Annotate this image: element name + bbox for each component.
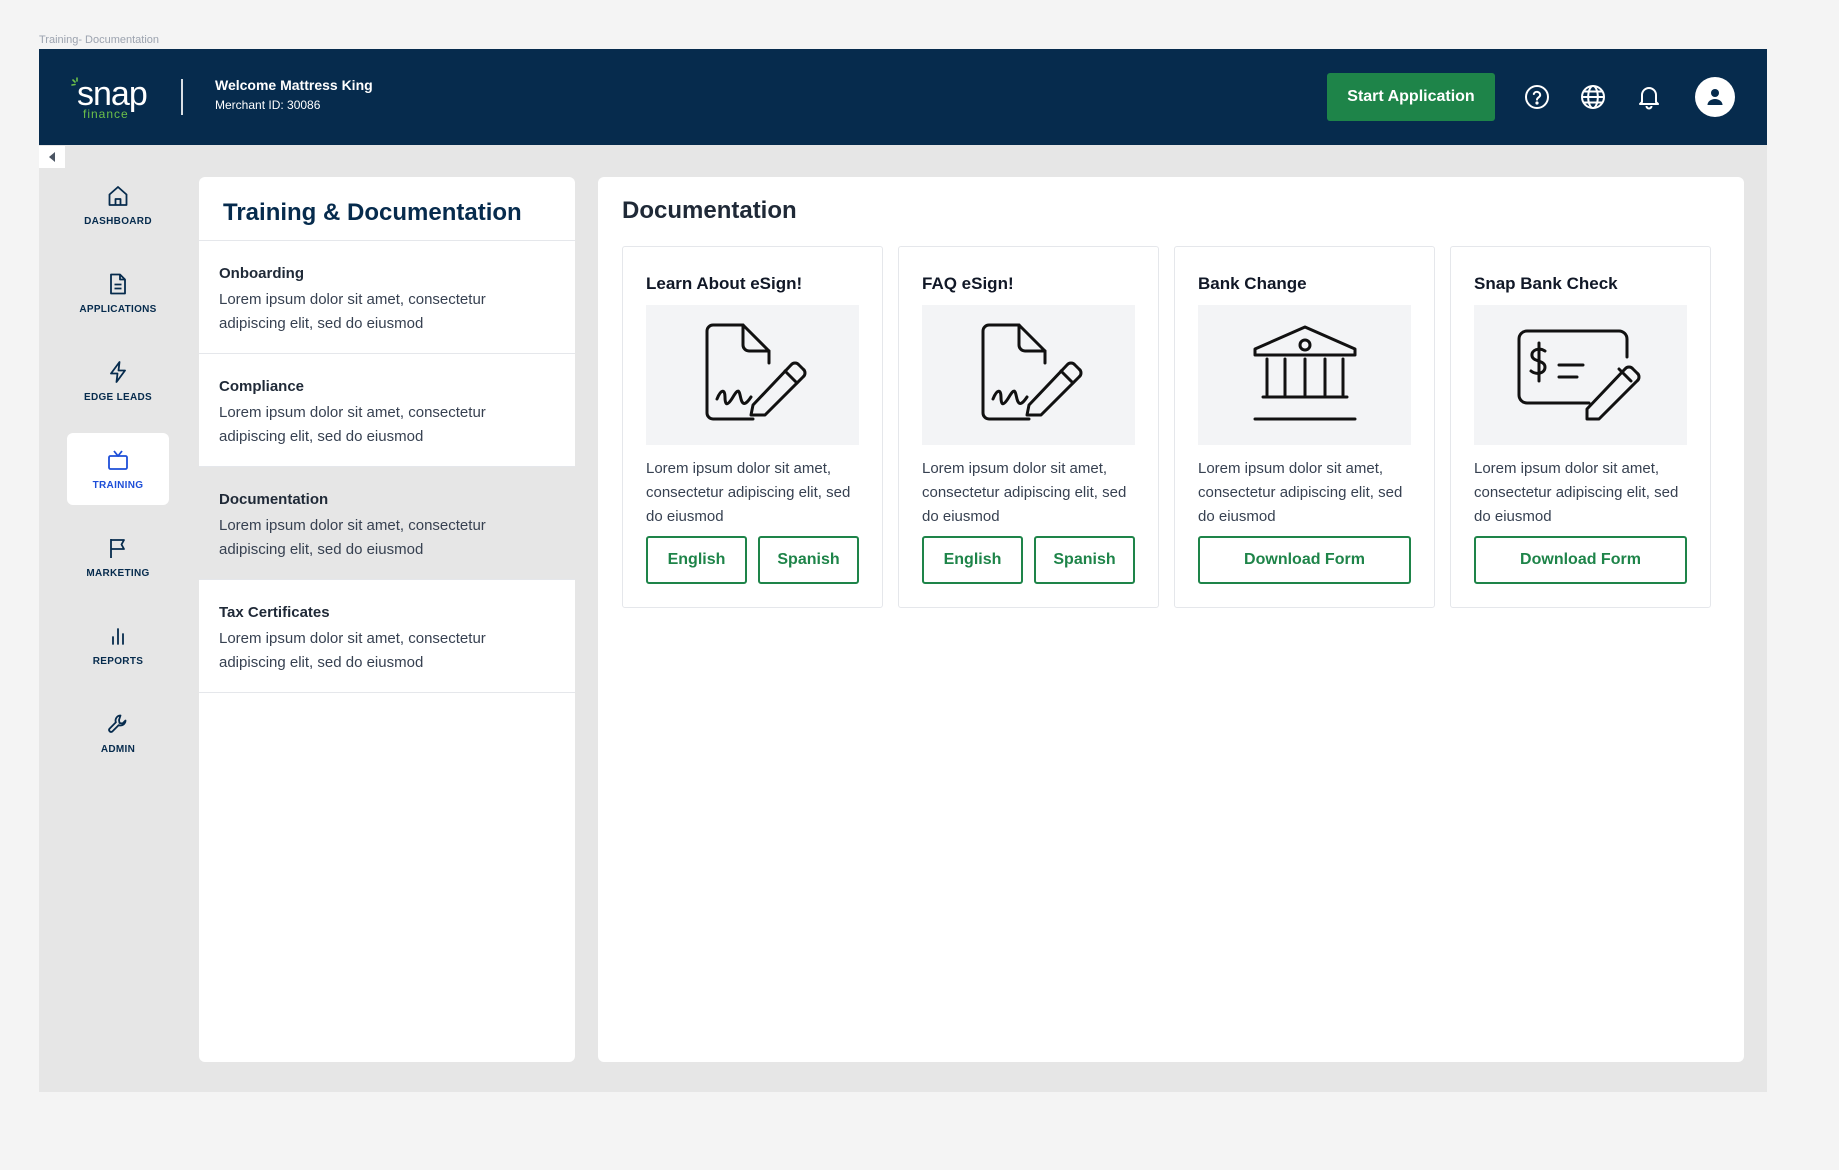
header-divider: [181, 79, 183, 115]
documentation-panel: Documentation Learn About eSign! Lorem i…: [598, 177, 1744, 1062]
top-header: snap finance Welcome Mattress King Merch…: [39, 49, 1767, 145]
merchant-id: Merchant ID: 30086: [215, 98, 321, 112]
document-icon: [110, 273, 126, 294]
logo-subtext: finance: [83, 107, 129, 121]
list-item-title: Tax Certificates: [219, 604, 330, 621]
list-item-desc: Lorem ipsum dolor sit amet, consectetur …: [219, 517, 486, 558]
list-item-title: Onboarding: [219, 265, 304, 282]
english-button[interactable]: English: [646, 536, 747, 584]
spanish-button[interactable]: Spanish: [758, 536, 859, 584]
lightning-icon: [110, 360, 126, 383]
list-item-desc: Lorem ipsum dolor sit amet, consectetur …: [219, 291, 486, 332]
nav-item-edge-leads[interactable]: EDGE LEADS: [67, 345, 169, 417]
nav-item-applications[interactable]: APPLICATIONS: [67, 257, 169, 329]
main-title: Documentation: [622, 197, 797, 224]
card-title: Snap Bank Check: [1474, 274, 1618, 293]
bank-icon: [1253, 325, 1356, 421]
list-item-documentation[interactable]: Documentation Lorem ipsum dolor sit amet…: [199, 467, 575, 580]
spanish-button[interactable]: Spanish: [1034, 536, 1135, 584]
flag-icon: [110, 538, 125, 558]
download-form-button[interactable]: Download Form: [1198, 536, 1411, 584]
list-item-tax-certificates[interactable]: Tax Certificates Lorem ipsum dolor sit a…: [199, 580, 575, 693]
nav-label: DASHBOARD: [84, 215, 152, 227]
nav-label: MARKETING: [86, 567, 150, 579]
list-item-desc: Lorem ipsum dolor sit amet, consectetur …: [219, 630, 486, 671]
card-learn-about-esign: Learn About eSign! Lorem ipsum dolor sit…: [622, 246, 883, 608]
bell-icon[interactable]: [1633, 81, 1665, 113]
start-application-button[interactable]: Start Application: [1327, 73, 1495, 121]
card-image: [1474, 305, 1687, 445]
user-avatar[interactable]: [1695, 77, 1735, 117]
check-pen-icon: [1517, 329, 1640, 421]
card-title: FAQ eSign!: [922, 274, 1014, 293]
nav-item-dashboard[interactable]: DASHBOARD: [67, 169, 169, 241]
nav-label: APPLICATIONS: [79, 303, 157, 315]
nav-item-reports[interactable]: REPORTS: [67, 609, 169, 681]
nav-label: TRAINING: [92, 479, 144, 491]
app-window: snap finance Welcome Mattress King Merch…: [39, 49, 1767, 1092]
esign-document-icon: [705, 323, 806, 421]
caret-left-icon: [49, 152, 55, 162]
welcome-title: Welcome Mattress King: [215, 77, 373, 93]
frame-label: Training- Documentation: [39, 34, 160, 46]
card-image: [1198, 305, 1411, 445]
nav-item-training[interactable]: TRAINING: [67, 433, 169, 505]
card-snap-bank-check: Snap Bank Check Lorem ipsum dolor sit am…: [1450, 246, 1711, 608]
snap-finance-logo[interactable]: snap finance: [71, 75, 151, 121]
training-documentation-panel: Training & Documentation Onboarding Lore…: [199, 177, 575, 1062]
card-title: Bank Change: [1198, 274, 1307, 293]
list-item-desc: Lorem ipsum dolor sit amet, consectetur …: [219, 404, 486, 445]
list-item-title: Documentation: [219, 491, 329, 508]
list-item-onboarding[interactable]: Onboarding Lorem ipsum dolor sit amet, c…: [199, 241, 575, 354]
panel-title: Training & Documentation: [199, 177, 575, 241]
card-title: Learn About eSign!: [646, 274, 803, 293]
nav-label: EDGE LEADS: [83, 391, 152, 403]
list-item-title: Compliance: [219, 378, 305, 395]
nav-label: ADMIN: [100, 743, 136, 755]
card-image: [646, 305, 859, 445]
esign-document-icon: [981, 323, 1082, 421]
home-icon: [108, 185, 128, 206]
nav-item-admin[interactable]: ADMIN: [67, 697, 169, 769]
wrench-icon: [108, 714, 127, 733]
welcome-block: Welcome Mattress King Merchant ID: 30086: [215, 77, 373, 112]
card-desc: Lorem ipsum dolor sit amet, consectetur …: [1198, 460, 1403, 525]
user-icon: [1707, 89, 1723, 105]
collapse-sidebar-button[interactable]: [39, 146, 65, 168]
download-form-button[interactable]: Download Form: [1474, 536, 1687, 584]
card-faq-esign: FAQ eSign! Lorem ipsum dolor sit amet, c…: [898, 246, 1159, 608]
logo-text: snap: [77, 75, 148, 113]
card-desc: Lorem ipsum dolor sit amet, consectetur …: [1474, 460, 1679, 525]
card-desc: Lorem ipsum dolor sit amet, consectetur …: [922, 460, 1127, 525]
card-bank-change: Bank Change Lorem ipsum dolor sit amet, …: [1174, 246, 1435, 608]
card-desc: Lorem ipsum dolor sit amet, consectetur …: [646, 460, 851, 525]
tv-icon: [108, 449, 128, 470]
english-button[interactable]: English: [922, 536, 1023, 584]
bar-chart-icon: [112, 627, 124, 645]
nav-label: REPORTS: [92, 655, 144, 667]
globe-icon[interactable]: [1577, 81, 1609, 113]
card-image: [922, 305, 1135, 445]
nav-item-marketing[interactable]: MARKETING: [67, 521, 169, 593]
help-circle-icon[interactable]: [1521, 81, 1553, 113]
list-item-compliance[interactable]: Compliance Lorem ipsum dolor sit amet, c…: [199, 354, 575, 467]
